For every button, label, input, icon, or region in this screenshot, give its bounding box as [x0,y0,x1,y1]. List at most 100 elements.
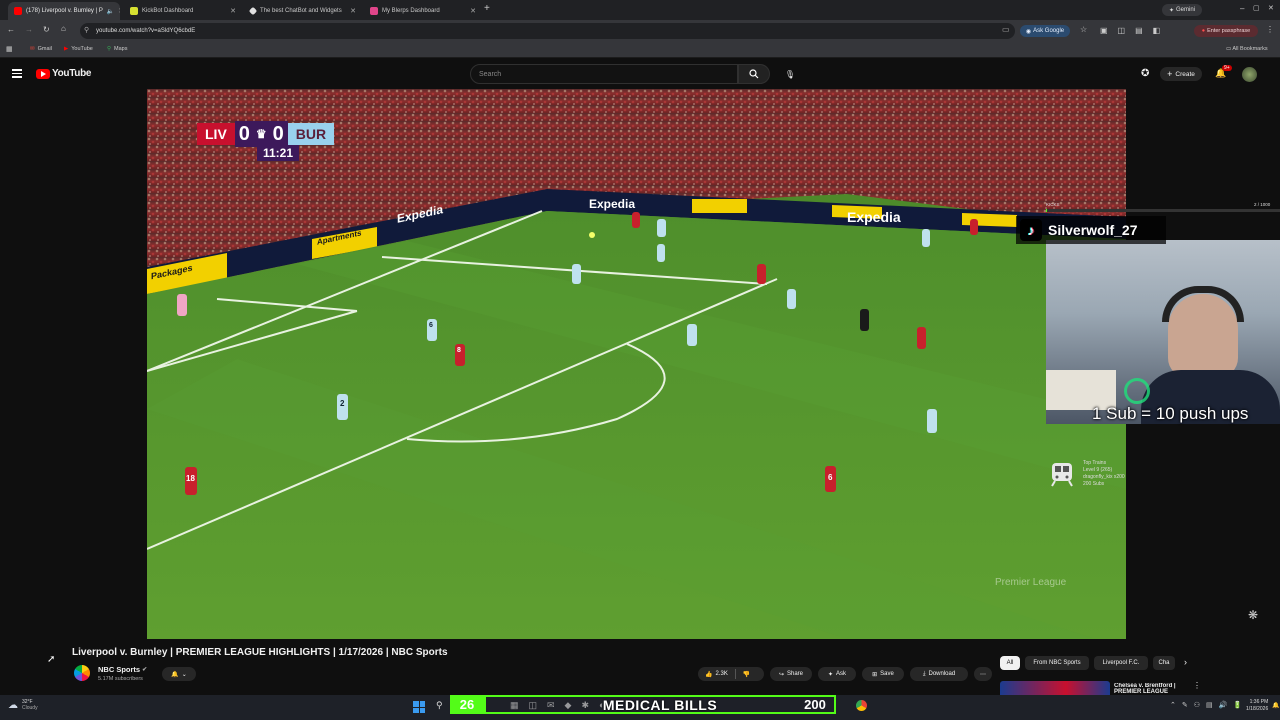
site-info-icon[interactable]: ⚲ [84,26,89,34]
like-dislike-group: 👍 2.3K 👎 [698,667,764,681]
address-bar[interactable]: ⚲ youtube.com/watch?v=aSldYQ6cbdE ▭ ◉ Ask… [80,23,1087,39]
notification-bell-icon[interactable]: 🔔 [1272,702,1279,709]
chrome-menu-icon[interactable]: ⋮ [1266,25,1274,34]
close-tab-icon[interactable]: ✕ [230,7,236,15]
pinned-app-icons[interactable]: ▦◫✉◆✱◐ [510,700,614,711]
extension-icons[interactable]: ▣◫▤◧ [1100,26,1170,35]
apps-grid-icon[interactable]: ▦ [6,45,13,53]
channel-avatar[interactable] [74,665,90,681]
more-vertical-icon[interactable]: ⋮ [1193,681,1201,690]
clock-time: 1:36 PM [1249,699,1269,705]
bookmark-star-icon[interactable]: ☆ [1080,25,1087,34]
back-arrow-icon[interactable]: ← [7,25,15,34]
dislike-button[interactable]: 👎 [743,671,750,678]
ad-board-text: Expedia [847,209,901,225]
top-trains-widget: Top Trains Level 9 (265) dragonfly_kix x… [1083,460,1125,488]
hamburger-menu-icon[interactable] [12,69,22,78]
weather-widget[interactable]: ☁ 32°F Cloudy [8,699,38,711]
download-button[interactable]: ⤓ Download [910,667,968,681]
clock-date: 1/18/2026 [1246,706,1269,712]
home-score: 0 [238,122,250,145]
chip-chelsea[interactable]: Cha [1153,656,1175,670]
enter-passphrase-label: Enter passphrase [1207,28,1251,34]
chevron-right-icon[interactable]: › [1184,657,1187,667]
player-number: 18 [186,474,195,483]
tab-title: (178) Liverpool v. Burnley | P [26,8,103,14]
minimize-button[interactable]: – [1240,4,1244,13]
share-button[interactable]: ↪ Share [770,667,812,681]
sparkle-icon: ✦ [827,671,833,678]
ask-button[interactable]: ✦ Ask [818,667,856,681]
system-tray-icons[interactable]: ⌃✎⚇▤🔊🔋 [1170,701,1248,709]
youtube-logo[interactable]: YouTube [36,68,92,79]
share-arrow-icon: ↪ [778,671,784,678]
microphone-icon[interactable]: 🎙 [783,67,797,81]
tab-blerps[interactable]: My Blerps Dashboard ✕ [364,2,482,20]
create-shorts-icon[interactable]: ✪ [1141,68,1149,79]
save-button[interactable]: ⊞ Save [862,667,904,681]
home-icon[interactable]: ⌂ [61,24,66,33]
tab-kickbot[interactable]: KickBot Dashboard ✕ [124,2,242,20]
ask-google-button[interactable]: ◉ Ask Google [1020,25,1070,37]
search-taskbar-icon[interactable]: ⚲ [436,700,443,711]
close-tab-icon[interactable]: ✕ [470,7,476,15]
all-bookmarks[interactable]: ▭ All Bookmarks [1226,46,1268,52]
kicks-progress-bar [1046,209,1280,212]
close-window-button[interactable]: ✕ [1268,4,1274,12]
tab-liverpool-video[interactable]: (178) Liverpool v. Burnley | P 🔈 ✕ [8,2,120,20]
like-count: 2.3K [715,671,728,677]
chip-liverpool-fc[interactable]: Liverpool F.C. [1094,656,1148,670]
maximize-button[interactable]: ▢ [1253,4,1260,12]
gemini-button[interactable]: ✦ Gemini [1162,4,1202,16]
tab-title: My Blerps Dashboard [382,8,440,14]
diamond-favicon-icon [248,6,258,16]
gmail-icon: ✉ [30,46,35,52]
kicks-count: 2 / 1000 [1254,202,1271,207]
cast-icon[interactable]: ▭ [1002,25,1010,34]
ask-label: Ask [836,671,847,677]
more-actions-button[interactable]: ⋯ [974,667,992,681]
away-team: BUR [287,123,335,145]
mouse-cursor-icon: ➚ [47,654,56,665]
bookmark-maps[interactable]: ⚲ Maps [107,46,127,52]
tab-chatbot[interactable]: The best ChatBot and Widgets ✕ [244,2,362,20]
search-input[interactable]: Search [470,64,738,84]
train-line: Level 9 (265) [1083,467,1113,473]
forward-arrow-icon[interactable]: → [25,25,33,34]
rgb-light-icon [1124,378,1150,404]
video-player[interactable]: LIV 0 ♛ 0 BUR 11:21 Expedia Expedia Expe… [147,89,1126,639]
away-score: 0 [272,122,284,145]
close-tab-icon[interactable]: ✕ [118,7,120,15]
create-button[interactable]: + Create [1160,67,1202,81]
bookmarks-bar: ▦ ✉ Gmail ▶ YouTube ⚲ Maps ▭ All Bookmarks [0,42,1280,58]
close-tab-icon[interactable]: ✕ [350,7,356,15]
youtube-logo-text: YouTube [52,68,92,79]
youtube-logo-icon [36,68,50,79]
chip-all[interactable]: All [1000,656,1020,670]
score: 0 ♛ 0 [234,121,288,147]
train-line: Top Trains [1083,460,1107,466]
subscribed-button[interactable]: 🔔 ⌄ [162,667,196,681]
speaker-icon[interactable]: 🔈 [107,8,114,15]
enter-passphrase-button[interactable]: ● Enter passphrase [1194,25,1258,37]
reload-icon[interactable]: ↻ [43,25,50,34]
home-team: LIV [197,123,235,145]
windows-start-icon[interactable] [413,701,425,713]
maps-pin-icon: ⚲ [107,46,112,52]
recommended-video-thumbnail[interactable] [1000,681,1110,695]
chip-from-nbc-sports[interactable]: From NBC Sports [1025,656,1089,670]
chrome-taskbar-icon[interactable] [856,700,867,711]
all-bookmarks-label: All Bookmarks [1232,46,1268,52]
clock[interactable]: 1:36 PM 1/18/2026 [1246,699,1268,713]
avatar[interactable] [1242,67,1257,82]
youtube-icon: ▶ [64,46,69,52]
channel-name-link[interactable]: NBC Sports ✔ [98,665,147,674]
create-label: Create [1175,70,1195,78]
bookmark-gmail[interactable]: ✉ Gmail [30,46,52,52]
recommended-video-title[interactable]: Chelsea v. Brentford | PREMIER LEAGUE [1114,683,1190,695]
bookmark-youtube[interactable]: ▶ YouTube [64,46,93,52]
search-button[interactable] [738,64,770,84]
like-button[interactable]: 👍 2.3K [705,671,728,678]
search-placeholder: Search [479,70,502,78]
new-tab-button[interactable]: + [484,3,490,14]
